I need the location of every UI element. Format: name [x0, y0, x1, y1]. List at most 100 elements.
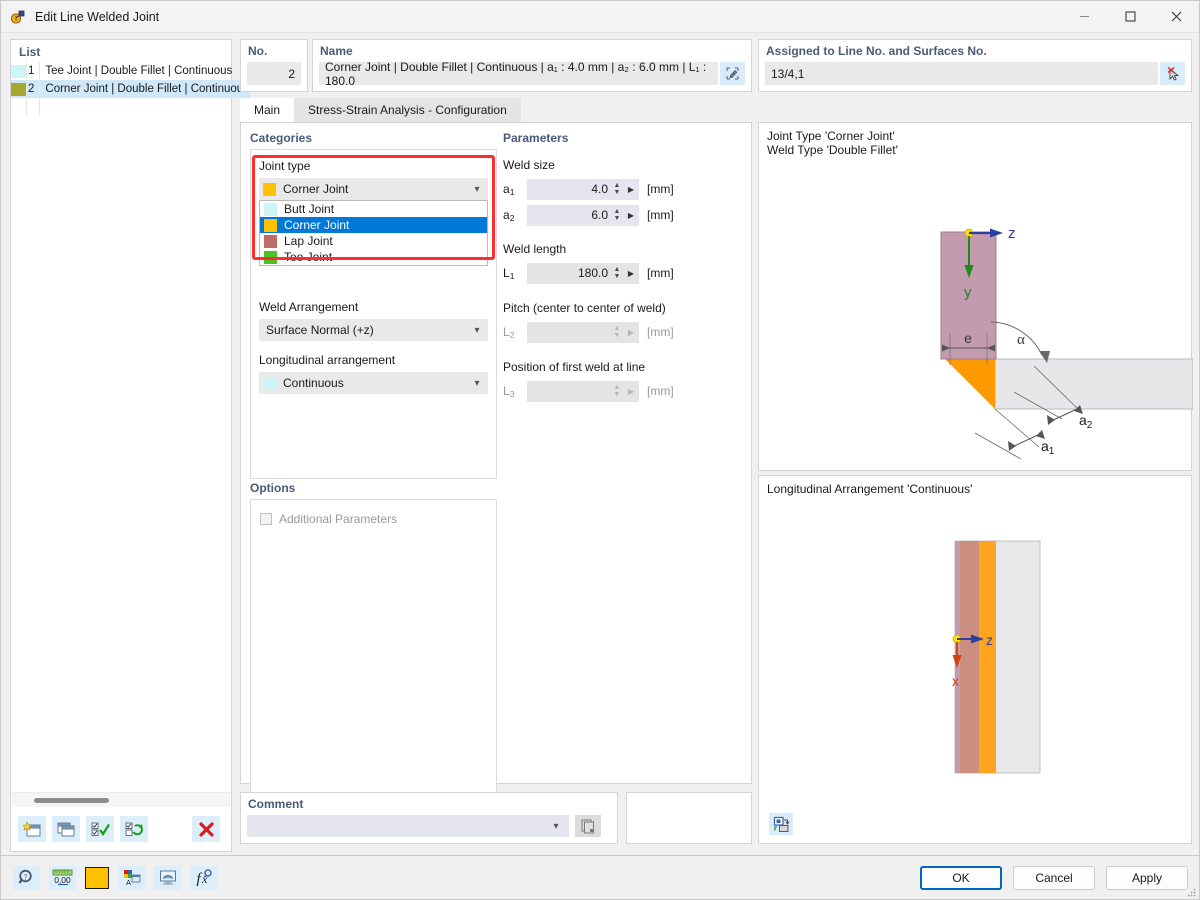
- dimension-label-a1: a1: [1041, 438, 1055, 457]
- a1-more-button[interactable]: ▶: [623, 178, 639, 200]
- table-row[interactable]: 1 Tee Joint | Double Fillet | Continuous: [11, 62, 250, 80]
- render-view-icon[interactable]: [154, 865, 181, 890]
- weld-length-label: Weld length: [503, 242, 567, 256]
- axis-label-x: x: [952, 673, 959, 689]
- edit-pencil-icon[interactable]: [720, 62, 745, 85]
- angle-label-alpha: α: [1017, 332, 1025, 348]
- joint-type-option-corner-joint[interactable]: Corner Joint: [260, 217, 487, 233]
- stepper-up-icon[interactable]: ▲: [614, 208, 621, 215]
- apply-button[interactable]: Apply: [1106, 865, 1188, 890]
- a2-input[interactable]: 6.0: [527, 204, 611, 226]
- maximize-button[interactable]: [1107, 1, 1153, 33]
- pick-cursor-icon[interactable]: [1160, 62, 1185, 85]
- l2-more-button: ▶: [623, 321, 639, 343]
- stepper-down-icon[interactable]: ▼: [614, 215, 621, 222]
- formula-icon[interactable]: f x: [190, 865, 217, 890]
- assigned-panel: Assigned to Line No. and Surfaces No. 13…: [758, 39, 1192, 92]
- resize-grip[interactable]: [1186, 886, 1196, 897]
- joint-list-table[interactable]: 1 Tee Joint | Double Fillet | Continuous…: [11, 62, 251, 116]
- decimal-places-icon[interactable]: 0,00: [49, 865, 76, 890]
- new-window-icon[interactable]: [18, 816, 46, 842]
- list-horizontal-scrollbar[interactable]: [12, 792, 230, 807]
- stepper-down-icon[interactable]: ▼: [614, 189, 621, 196]
- ok-button[interactable]: OK: [920, 865, 1002, 890]
- check-all-icon[interactable]: [86, 816, 114, 842]
- row-number: 2: [26, 80, 41, 98]
- number-value[interactable]: 2: [247, 62, 301, 85]
- l2-field-row: L2 ▲ ▼ ▶ [mm]: [503, 321, 746, 343]
- name-label: Name: [320, 44, 353, 58]
- list-caption: List: [19, 45, 41, 59]
- chevron-down-icon[interactable]: ▾: [470, 184, 484, 195]
- joint-type-option-butt-joint[interactable]: Butt Joint: [260, 201, 487, 217]
- option-label: Butt Joint: [284, 202, 335, 216]
- name-panel: Name Corner Joint | Double Fillet | Cont…: [312, 39, 752, 92]
- decimal-format-text: 0,00: [54, 875, 71, 885]
- chevron-down-icon[interactable]: ▾: [549, 821, 563, 832]
- cancel-button[interactable]: Cancel: [1013, 865, 1095, 890]
- chevron-down-icon[interactable]: ▾: [470, 378, 484, 389]
- table-row[interactable]: 2 Corner Joint | Double Fillet | Continu…: [11, 80, 250, 98]
- additional-parameters-row[interactable]: Additional Parameters: [251, 500, 496, 526]
- chevron-down-icon[interactable]: ▾: [470, 325, 484, 336]
- color-swatch: [264, 218, 277, 232]
- a1-input[interactable]: 4.0: [527, 178, 611, 200]
- joint-type-label: Joint type: [259, 159, 311, 173]
- color-swatch: [264, 234, 277, 248]
- comment-combobox[interactable]: ▾: [247, 815, 569, 837]
- scrollbar-thumb[interactable]: [34, 798, 109, 803]
- a2-stepper[interactable]: ▲ ▼: [611, 204, 623, 226]
- welded-joint-icon: [10, 9, 26, 25]
- l1-symbol: L1: [503, 265, 515, 281]
- stepper-down-icon[interactable]: ▼: [614, 273, 621, 280]
- l1-more-button[interactable]: ▶: [623, 262, 639, 284]
- name-input[interactable]: Corner Joint | Double Fillet | Continuou…: [319, 60, 718, 88]
- close-button[interactable]: [1153, 1, 1199, 33]
- red-x-icon[interactable]: [192, 816, 220, 842]
- refresh-check-icon[interactable]: [120, 816, 148, 842]
- a2-more-button[interactable]: ▶: [623, 204, 639, 226]
- stepper-down-icon: ▼: [613, 391, 621, 398]
- tab-main[interactable]: Main: [240, 98, 295, 122]
- categories-box: Joint type Corner Joint ▾ Butt Joint Cor…: [250, 149, 497, 479]
- joint-type-dropdown-list[interactable]: Butt Joint Corner Joint Lap Joint Tee Jo…: [259, 200, 488, 266]
- l3-field-row: L3 ▲ ▼ ▶ [mm]: [503, 380, 746, 402]
- joint-type-combobox[interactable]: Corner Joint ▾: [259, 178, 488, 200]
- stepper-up-icon[interactable]: ▲: [614, 182, 621, 189]
- display-properties-icon[interactable]: A: [118, 865, 145, 890]
- joint-type-option-lap-joint[interactable]: Lap Joint: [260, 233, 487, 249]
- joint-type-option-tee-joint[interactable]: Tee Joint: [260, 249, 487, 265]
- table-row-empty[interactable]: [11, 98, 251, 116]
- comment-caption: Comment: [248, 797, 304, 811]
- number-panel: No. 2: [240, 39, 308, 92]
- l1-stepper[interactable]: ▲ ▼: [611, 262, 623, 284]
- a1-stepper[interactable]: ▲ ▼: [611, 178, 623, 200]
- edit-line-welded-joint-dialog: Edit Line Welded Joint List 1 Tee Joint …: [0, 0, 1200, 900]
- list-toolbar: [12, 808, 230, 850]
- options-caption: Options: [250, 481, 296, 495]
- tab-stress-strain-analysis-configuration[interactable]: Stress-Strain Analysis - Configuration: [294, 98, 521, 122]
- window-title: Edit Line Welded Joint: [35, 9, 160, 24]
- stepper-up-icon: ▲: [613, 325, 621, 332]
- joint-preview-caption: Joint Type 'Corner Joint' Weld Type 'Dou…: [767, 129, 898, 157]
- comment-extra-panel: [626, 792, 752, 844]
- view-toggle-icon[interactable]: [769, 813, 793, 835]
- joint-type-value: Corner Joint: [283, 182, 349, 196]
- info-magnifier-icon[interactable]: ?: [13, 865, 40, 890]
- a1-field-row: a1 4.0 ▲ ▼ ▶ [mm]: [503, 178, 746, 200]
- assigned-input[interactable]: 13/4,1: [765, 62, 1158, 85]
- additional-parameters-checkbox[interactable]: [260, 513, 272, 525]
- a2-field-row: a2 6.0 ▲ ▼ ▶ [mm]: [503, 204, 746, 226]
- copy-pages-icon[interactable]: [575, 815, 601, 837]
- longitudinal-arrangement-combobox[interactable]: Continuous ▾: [259, 372, 488, 394]
- copy-window-icon[interactable]: [52, 816, 80, 842]
- l1-input[interactable]: 180.0: [527, 262, 611, 284]
- a1-symbol: a1: [503, 181, 515, 197]
- minimize-button[interactable]: [1061, 1, 1107, 33]
- row-description: Corner Joint | Double Fillet | Continuou…: [45, 83, 249, 95]
- l3-symbol: L3: [503, 383, 515, 399]
- weld-arrangement-combobox[interactable]: Surface Normal (+z) ▾: [259, 319, 488, 341]
- color-swatch-icon[interactable]: [85, 866, 109, 889]
- l3-more-button: ▶: [623, 380, 639, 402]
- stepper-up-icon[interactable]: ▲: [614, 266, 621, 273]
